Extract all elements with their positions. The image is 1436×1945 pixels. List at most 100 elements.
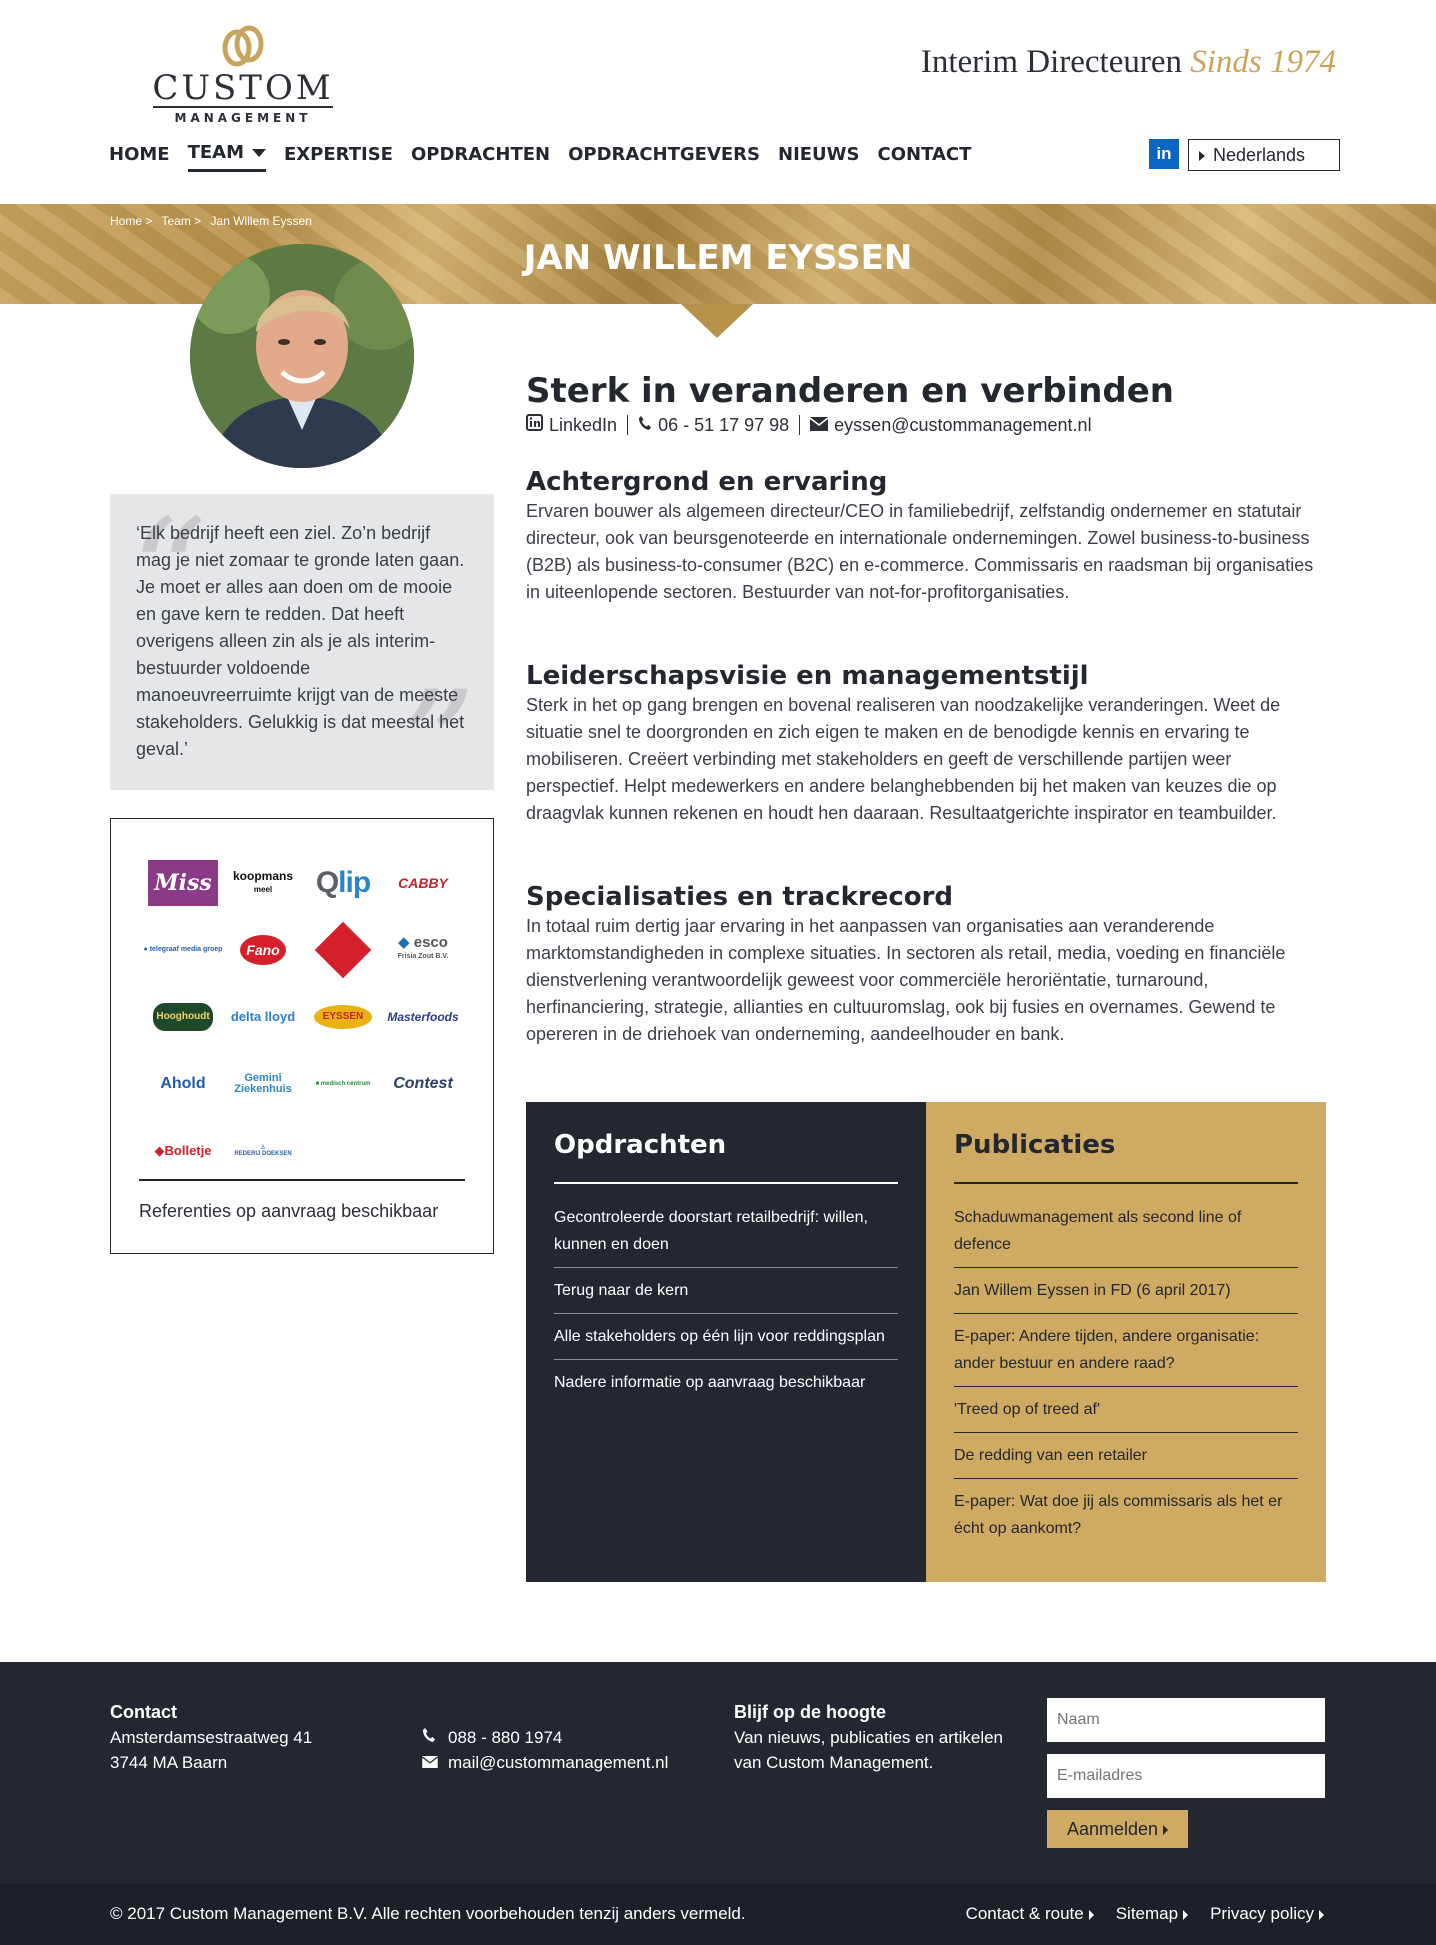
caret-right-icon [1088, 1909, 1094, 1920]
section-text: Sterk in het op gang brengen en bovenal … [526, 695, 1281, 823]
client-logo: koopmans meel [232, 868, 293, 894]
breadcrumb-current: Jan Willem Eyssen [210, 214, 312, 228]
publicatie-link[interactable]: E-paper: Wat doe jij als commissaris als… [954, 1488, 1298, 1551]
opdracht-link[interactable]: Nadere informatie op aanvraag beschikbaa… [554, 1369, 898, 1405]
profile-contact-line: LinkedIn 06 - 51 17 97 98 eyssen@customm… [526, 414, 1326, 436]
client-logo: Contest [393, 1074, 453, 1092]
breadcrumb-home[interactable]: Home > [110, 214, 152, 228]
footer-address-line1: Amsterdamsestraatweg 41 [110, 1728, 313, 1747]
footer-link-sitemap[interactable]: Sitemap [1116, 1904, 1189, 1924]
client-logo: CABBY [398, 874, 448, 891]
site-footer: Contact Amsterdamsestraatweg 41 3744 MA … [0, 1662, 1436, 1884]
profile-content: Sterk in veranderen en verbinden LinkedI… [526, 370, 1326, 1044]
logo-word: CUSTOM [152, 68, 334, 108]
profile-email[interactable]: eyssen@custommanagement.nl [834, 415, 1091, 436]
opdrachten-panel: Opdrachten Gecontroleerde doorstart reta… [526, 1102, 926, 1582]
breadcrumb: Home > Team > Jan Willem Eyssen [110, 214, 318, 228]
client-logo: Qlip [315, 865, 371, 899]
logo-sub: MANAGEMENT [174, 111, 312, 125]
phone-icon [422, 1725, 436, 1750]
opdracht-link[interactable]: Alle stakeholders op één lijn voor reddi… [554, 1323, 898, 1360]
section-title: Specialisaties en trackrecord [526, 882, 954, 912]
opdrachten-title: Opdrachten [554, 1128, 898, 1184]
profile-phone[interactable]: 06 - 51 17 97 98 [658, 415, 789, 436]
chevron-down-icon [252, 148, 266, 157]
footer-phone-row[interactable]: 088 - 880 1974 [422, 1725, 668, 1750]
footer-phone: 088 - 880 1974 [448, 1728, 563, 1747]
references-box: Miss Etam koopmans meel Qlip CABBY ● tele… [110, 818, 494, 1254]
divider [627, 415, 629, 435]
publicatie-link[interactable]: Schaduwmanagement als second line of def… [954, 1204, 1298, 1268]
client-logo: Masterfoods [387, 1009, 459, 1024]
publicaties-panel: Publicaties Schaduwmanagement als second… [926, 1102, 1326, 1582]
breadcrumb-team[interactable]: Team > [161, 214, 201, 228]
footer-links: Contact & route Sitemap Privacy policy [966, 1904, 1324, 1924]
client-logo: ◆Bolletje [154, 1142, 212, 1158]
page-title: JAN WILLEM EYSSEN [523, 238, 913, 278]
submit-label: Aanmelden [1066, 1819, 1159, 1839]
tagline-main: Interim Directeuren [920, 44, 1182, 80]
section-leadership: Leiderschapsvisie en managementstijl Ste… [526, 660, 1326, 827]
portrait-photo [190, 244, 414, 468]
publicatie-link[interactable]: De redding van een retailer [954, 1442, 1298, 1479]
publicatie-link[interactable]: E-paper: Andere tijden, andere organisat… [954, 1323, 1298, 1387]
client-logo: ● telegraaf media groep [143, 946, 223, 953]
footer-bottom-bar: © 2017 Custom Management B.V. Alle recht… [0, 1884, 1436, 1945]
section-title: Leiderschapsvisie en managementstijl [526, 661, 1089, 691]
divider [799, 415, 801, 435]
nav-expertise[interactable]: EXPERTISE [284, 142, 393, 172]
footer-address-line2: 3744 MA Baarn [110, 1753, 228, 1772]
client-logo: Ahold [160, 1074, 206, 1092]
section-text: In totaal ruim dertig jaar ervaring in h… [526, 916, 1286, 1044]
footer-reach: 088 - 880 1974 mail@custommanagement.nl [421, 1725, 669, 1775]
client-logo: ◆ esco Frisia Zout B.V. [397, 934, 449, 960]
site-logo[interactable]: CUSTOM MANAGEMENT [148, 24, 338, 125]
profile-headline: Sterk in veranderen en verbinden [526, 371, 1175, 411]
newsletter-email-input[interactable] [1047, 1754, 1325, 1798]
client-logo: ⚓ REDERIJ DOEKSEN [234, 1145, 292, 1157]
caret-right-icon [1319, 1909, 1324, 1920]
publicatie-link[interactable]: 'Treed op of treed af' [954, 1396, 1298, 1433]
newsletter-name-input[interactable] [1047, 1698, 1325, 1742]
nav-contact[interactable]: CONTACT [878, 142, 972, 172]
client-logo: Hooghoudt [143, 983, 223, 1050]
opdrachten-list: Gecontroleerde doorstart retailbedrijf: … [554, 1204, 898, 1405]
publicatie-link[interactable]: Jan Willem Eyssen in FD (6 april 2017) [954, 1277, 1298, 1314]
nav-nieuws[interactable]: NIEUWS [778, 142, 860, 172]
copyright: © 2017 Custom Management B.V. Alle recht… [110, 1904, 746, 1923]
footer-newsletter: Blijf op de hoogte Van nieuws, publicati… [734, 1700, 1003, 1775]
phone-icon [638, 415, 652, 436]
footer-email: mail@custommanagement.nl [448, 1753, 669, 1772]
footer-email-row[interactable]: mail@custommanagement.nl [421, 1750, 669, 1775]
language-select[interactable]: Nederlands [1188, 139, 1340, 171]
opdracht-link[interactable]: Gecontroleerde doorstart retailbedrijf: … [554, 1204, 898, 1268]
mail-icon [809, 415, 829, 436]
opdracht-link[interactable]: Terug naar de kern [554, 1277, 898, 1314]
footer-contact-title: Contact [110, 1702, 177, 1722]
footer-link-contact[interactable]: Contact & route [966, 1904, 1094, 1924]
newsletter-submit-button[interactable]: Aanmelden [1047, 1810, 1188, 1848]
client-logo: Miss Etam [143, 849, 223, 942]
main-nav: HOME TEAM EXPERTISE OPDRACHTEN OPDRACHTG… [109, 142, 989, 172]
newsletter-text-line2: van Custom Management. [734, 1753, 934, 1772]
references-divider [139, 1179, 465, 1181]
linkedin-small-icon [526, 414, 543, 436]
logo-emblem-icon [222, 25, 264, 67]
publicaties-list: Schaduwmanagement als second line of def… [954, 1204, 1298, 1551]
mail-icon [421, 1750, 439, 1775]
footer-link-privacy[interactable]: Privacy policy [1210, 1904, 1324, 1924]
references-note: Referenties op aanvraag beschikbaar [139, 1201, 439, 1221]
nav-opdrachtgevers[interactable]: OPDRACHTGEVERS [568, 142, 760, 172]
profile-linkedin-link[interactable]: LinkedIn [549, 415, 617, 436]
nav-team-label: TEAM [187, 142, 244, 163]
footer-contact: Contact Amsterdamsestraatweg 41 3744 MA … [110, 1700, 312, 1775]
publicaties-title: Publicaties [954, 1128, 1298, 1184]
nav-team[interactable]: TEAM [187, 142, 266, 172]
nav-opdrachten[interactable]: OPDRACHTEN [411, 142, 550, 172]
nav-home[interactable]: HOME [109, 142, 170, 172]
caret-right-icon [1199, 151, 1205, 162]
banner-pointer [681, 304, 753, 338]
linkedin-icon[interactable]: in [1149, 139, 1179, 169]
client-logo [303, 916, 383, 983]
language-label: Nederlands [1213, 145, 1306, 165]
